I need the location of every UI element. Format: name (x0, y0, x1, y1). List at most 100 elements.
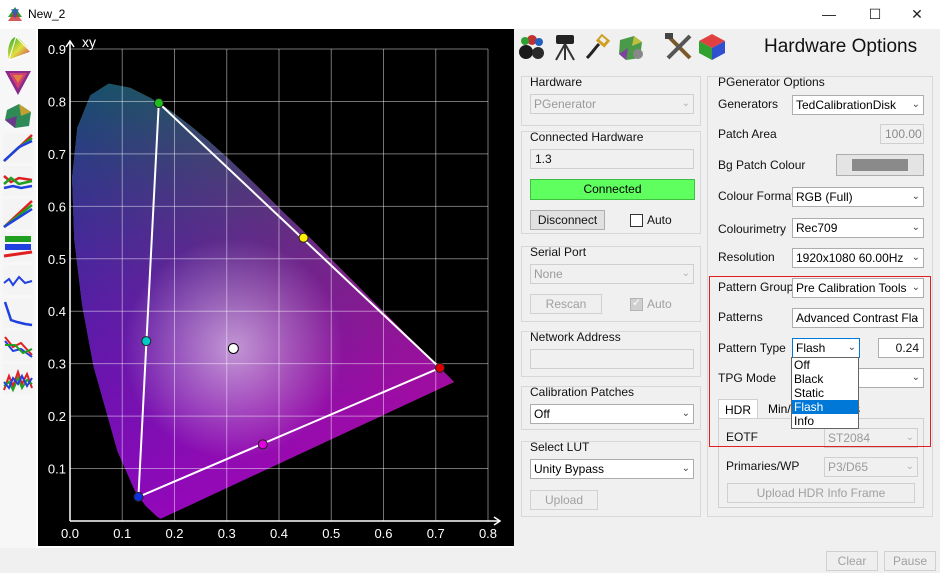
x-tick-label: 0.7 (427, 526, 445, 541)
generators-select[interactable]: TedCalibrationDisk ⌄ (792, 95, 924, 115)
tools-icon[interactable] (664, 32, 694, 62)
minimize-button[interactable]: — (806, 0, 852, 29)
left-toolbar (0, 29, 36, 549)
colourimetry-label: Colourimetry (718, 222, 787, 236)
chevron-down-icon: ⌄ (911, 191, 920, 202)
auto-connect-label: Auto (647, 213, 672, 227)
connection-status: Connected (530, 179, 695, 200)
patch-area-field[interactable]: 100.00 (880, 124, 924, 144)
maximize-button[interactable]: ☐ (852, 0, 898, 29)
hardware-group: Hardware PGenerator ⌄ (521, 75, 701, 126)
rgb-balance-icon[interactable] (3, 166, 33, 196)
chevron-down-icon: ⌄ (681, 98, 690, 109)
x-tick-label: 0.5 (322, 526, 340, 541)
bottom-bar: Clear Pause (0, 548, 940, 573)
gamut-triangle-icon[interactable] (3, 67, 33, 97)
y-tick-label: 0.6 (48, 199, 66, 214)
upload-lut-button[interactable]: Upload (530, 490, 598, 510)
gamma-curves-icon[interactable] (3, 199, 33, 229)
pattern-type-option[interactable]: Off (792, 358, 858, 372)
hardware-label: Hardware (530, 75, 583, 89)
panel-title: Hardware Options (764, 36, 918, 57)
connected-hardware-group: Connected Hardware 1.3 Connected Disconn… (521, 130, 701, 234)
cyan-point (141, 336, 152, 347)
chevron-down-icon: ⌄ (911, 252, 920, 263)
pattern-type-option[interactable]: Static (792, 386, 858, 400)
connected-hardware-label: Connected Hardware (530, 130, 644, 144)
resolution-label: Resolution (718, 250, 775, 264)
pgenerator-options-label: PGenerator Options (718, 75, 825, 89)
saturation-sweep-icon[interactable] (3, 232, 33, 262)
y-tick-label: 0.9 (48, 42, 66, 57)
generator-icon[interactable] (517, 32, 547, 62)
firmware-version-field: 1.3 (530, 149, 694, 169)
calibration-patches-label: Calibration Patches (530, 385, 635, 399)
serial-auto-label: Auto (647, 297, 672, 311)
serial-auto-checkbox[interactable] (630, 296, 643, 311)
rgb-curves-icon[interactable] (3, 133, 33, 163)
upload-hdr-info-frame-button[interactable]: Upload HDR Info Frame (727, 483, 915, 503)
y-tick-label: 0.5 (48, 252, 66, 267)
chevron-down-icon: ⌄ (911, 222, 920, 233)
cie-chart-svg: 0.0 0.1 0.2 0.3 0.4 0.5 0.6 0.7 0.8 0.1 0.2 0.3 0.4 0… (48, 34, 502, 541)
chevron-down-icon: ⌄ (681, 463, 690, 474)
network-address-field[interactable] (530, 349, 694, 369)
yellow-point (298, 232, 309, 243)
grayscale-icon[interactable] (3, 331, 33, 361)
pattern-type-option-selected[interactable]: Flash (792, 400, 858, 414)
disconnect-button[interactable]: Disconnect (530, 210, 605, 230)
y-tick-label: 0.4 (48, 304, 66, 319)
cie-chart[interactable]: 0.0 0.1 0.2 0.3 0.4 0.5 0.6 0.7 0.8 0.1 0.2 0.3 0.4 0… (38, 29, 514, 546)
chevron-down-icon: ⌄ (681, 268, 690, 279)
lut-select[interactable]: Unity Bypass ⌄ (530, 459, 694, 479)
x-tick-label: 0.4 (270, 526, 288, 541)
serial-port-label: Serial Port (530, 245, 587, 259)
pause-button[interactable]: Pause (884, 551, 936, 571)
meter-tripod-icon[interactable] (550, 32, 580, 62)
white-point (227, 342, 239, 354)
resolution-select[interactable]: 1920x1080 60.00Hz ⌄ (792, 248, 924, 268)
usb-cable-icon[interactable] (583, 32, 613, 62)
y-tick-label: 0.7 (48, 147, 66, 162)
color-checker-icon[interactable] (3, 364, 33, 394)
close-button[interactable]: ✕ (894, 0, 940, 29)
red-point (434, 362, 445, 373)
serial-port-select[interactable]: None ⌄ (530, 264, 694, 284)
primaries-wp-select[interactable]: P3/D65 ⌄ (824, 457, 918, 477)
x-tick-label: 0.0 (61, 526, 79, 541)
serial-port-group: Serial Port None⌄ Rescan Auto (521, 245, 701, 322)
x-tick-label: 0.2 (165, 526, 183, 541)
rescan-button[interactable]: Rescan (530, 294, 602, 314)
luminance-icon[interactable] (3, 265, 33, 295)
patch-area-label: Patch Area (718, 127, 777, 141)
calibration-patches-group: Calibration Patches Off ⌄ (521, 385, 701, 430)
auto-connect-checkbox[interactable] (630, 214, 643, 227)
pattern-type-option[interactable]: Black (792, 372, 858, 386)
cie-chart-icon[interactable] (3, 34, 33, 64)
window-title: New_2 (28, 7, 66, 21)
colour-format-select[interactable]: RGB (Full) ⌄ (792, 187, 924, 207)
blue-point (133, 491, 144, 502)
magenta-point (257, 439, 268, 450)
colourimetry-select[interactable]: Rec709 ⌄ (792, 218, 924, 238)
pattern-type-option[interactable]: Info (792, 414, 858, 428)
select-lut-label: Select LUT (530, 440, 590, 454)
chevron-down-icon: ⌄ (905, 461, 914, 472)
bg-patch-colour-button[interactable] (836, 154, 924, 176)
app-icon (8, 7, 22, 21)
green-point (153, 98, 164, 109)
y-tick-label: 0.3 (48, 357, 66, 372)
pattern-type-dropdown-list: Off Black Static Flash Info (791, 357, 859, 429)
y-tick-label: 0.2 (48, 409, 66, 424)
chart-title: xy (82, 34, 96, 50)
hardware-options-panel: Hardware Options Hardware PGenerator ⌄ Co… (514, 29, 940, 548)
hardware-select[interactable]: PGenerator ⌄ (530, 94, 694, 114)
color-patch-icon[interactable] (616, 32, 646, 62)
calibration-patches-select[interactable]: Off ⌄ (530, 404, 694, 424)
lut-cube-icon[interactable] (697, 32, 727, 62)
title-bar: New_2 — ☐ ✕ (0, 0, 940, 29)
primaries-wp-label: Primaries/WP (726, 459, 800, 473)
gamut-3d-icon[interactable] (3, 100, 33, 130)
delta-e-icon[interactable] (3, 298, 33, 328)
clear-button[interactable]: Clear (826, 551, 878, 571)
